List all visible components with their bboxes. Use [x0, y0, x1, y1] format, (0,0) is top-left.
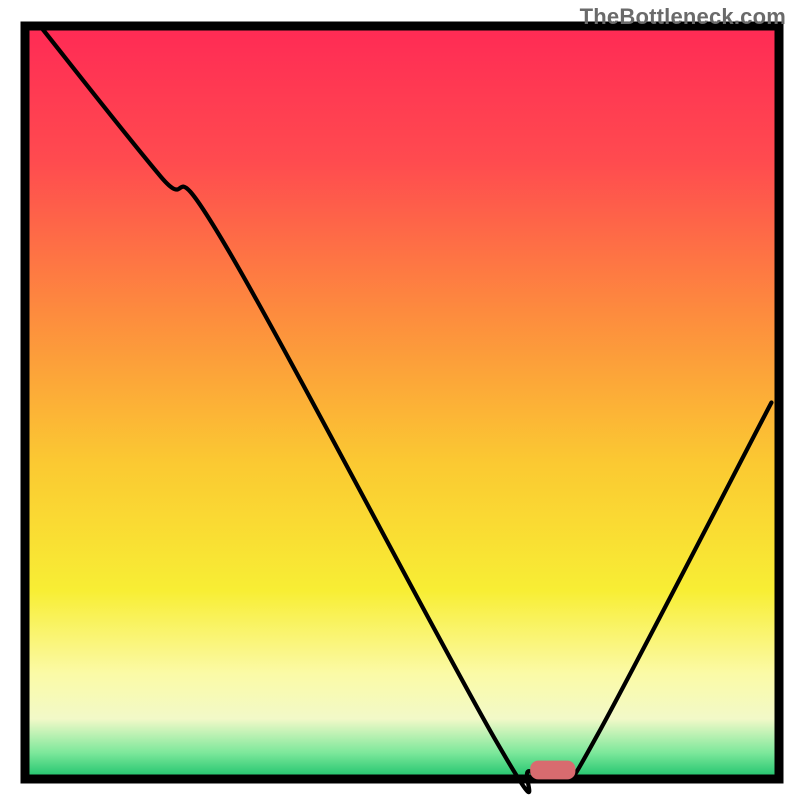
chart-container: TheBottleneck.com [0, 0, 800, 800]
plot-background [25, 26, 779, 779]
bottleneck-chart [0, 0, 800, 800]
optimal-marker [530, 761, 575, 780]
watermark-text: TheBottleneck.com [580, 4, 786, 30]
